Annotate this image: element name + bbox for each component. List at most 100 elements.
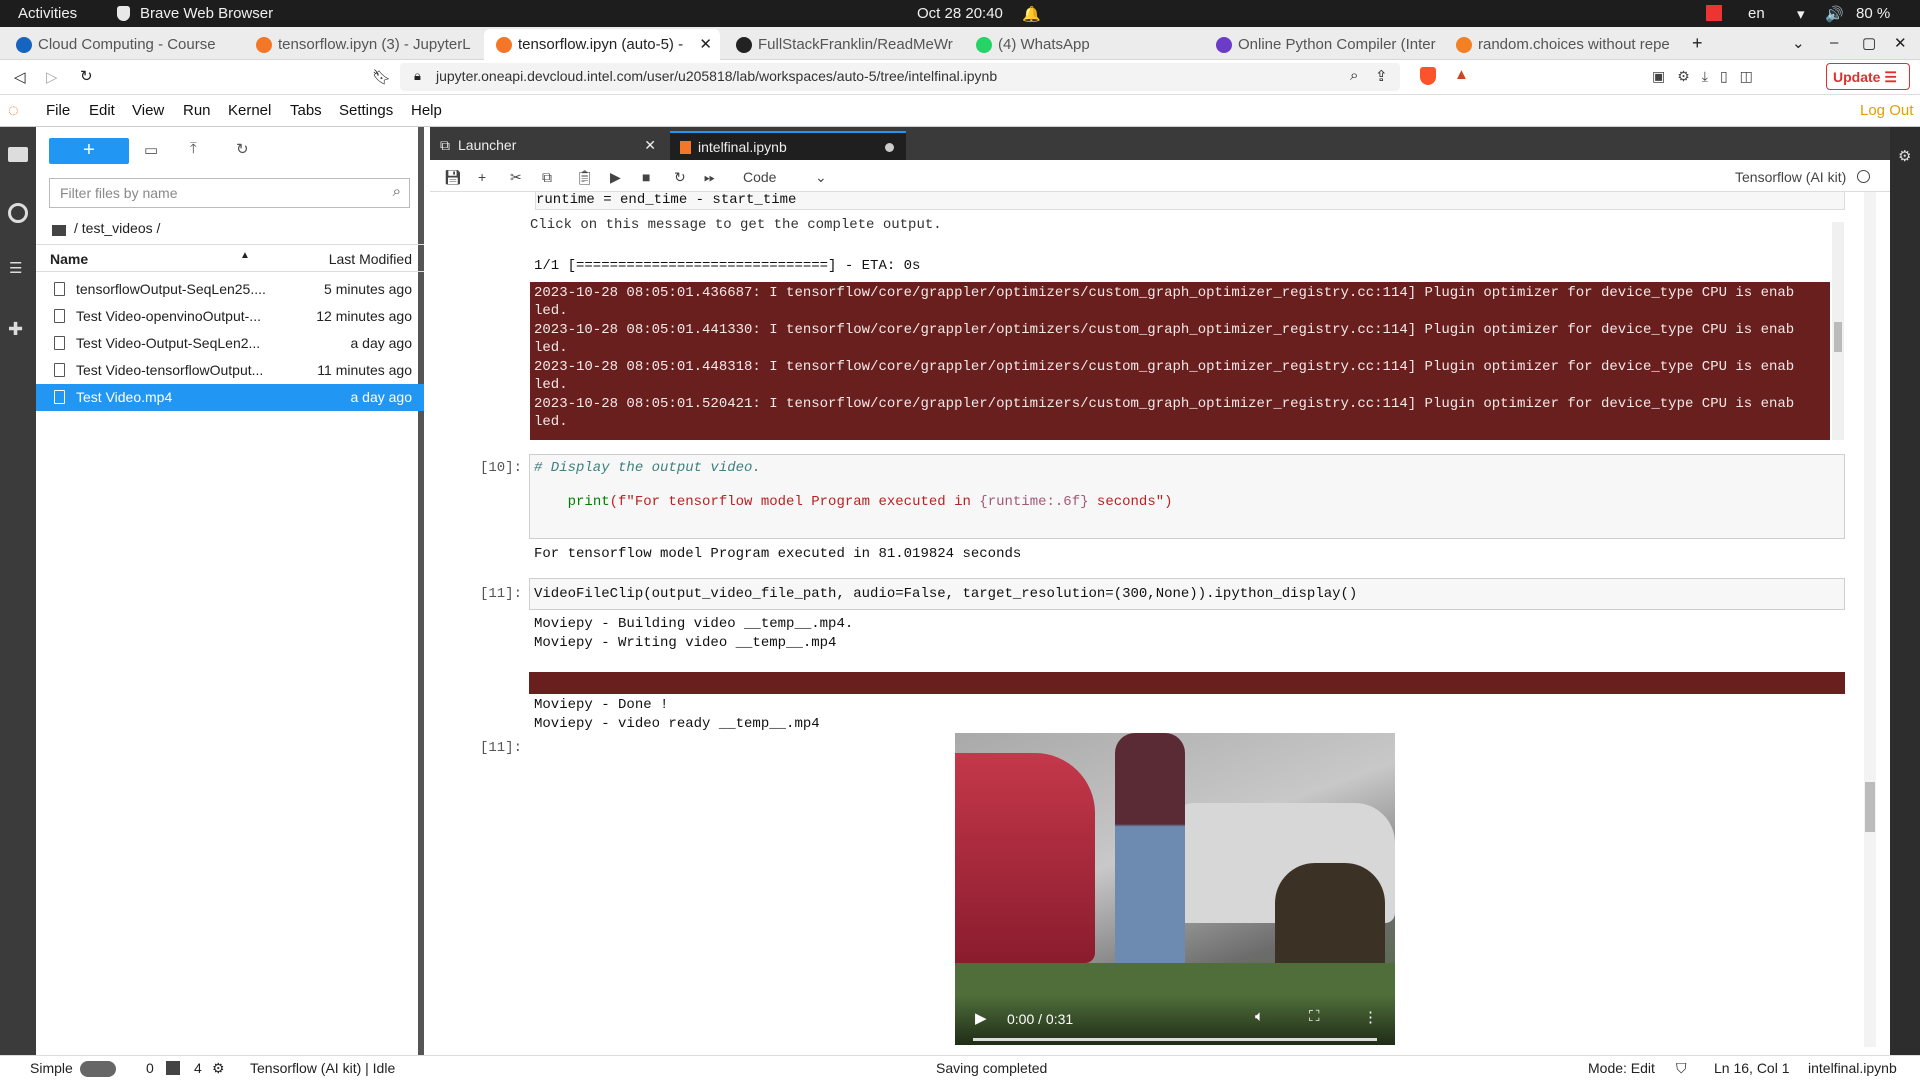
breadcrumb[interactable]: / test_videos / (74, 220, 160, 236)
menu-run[interactable]: Run (183, 102, 211, 119)
video-player[interactable]: ▶ 0:00 / 0:31 🔈︎ ⛶ ⋮ (955, 733, 1395, 1045)
file-row[interactable]: Test Video-openvinoOutput-... 12 minutes … (36, 303, 424, 330)
menu-file[interactable]: File (46, 102, 70, 119)
kernels-count[interactable]: 4 (194, 1060, 202, 1076)
fast-forward-icon[interactable]: ⏩︎ (704, 169, 715, 186)
kernel-name[interactable]: Tensorflow (AI kit) (1735, 169, 1846, 185)
refresh-icon[interactable]: ↻ (236, 140, 249, 158)
chevron-down-icon[interactable]: ⌄ (1792, 34, 1805, 52)
filter-input[interactable]: Filter files by name ⌕ (49, 178, 410, 208)
save-status: Saving completed (936, 1060, 1048, 1076)
restart-icon[interactable]: ↻ (674, 169, 686, 186)
battery-label[interactable]: 80 % (1856, 5, 1890, 22)
stop-icon[interactable]: ■ (642, 169, 650, 185)
brave-shield-icon[interactable] (1420, 67, 1436, 85)
paste-icon[interactable]: 📋︎ (576, 169, 594, 186)
play-icon[interactable]: ▶ (975, 1009, 987, 1027)
extension-icon[interactable]: ✚ (8, 319, 23, 340)
scrollbar-thumb[interactable] (1834, 322, 1842, 352)
close-icon[interactable]: ✕ (644, 137, 656, 154)
file-row[interactable]: Test Video-tensorflowOutput... 11 minutes… (36, 357, 424, 384)
code-cell-input[interactable]: # Display the output video. print(f"For … (529, 454, 1845, 539)
menu-settings[interactable]: Settings (339, 102, 393, 119)
truncated-output-message[interactable]: Click on this message to get the complet… (530, 217, 942, 233)
chevron-down-icon[interactable]: ⌄ (815, 169, 827, 186)
copy-icon[interactable]: ⧉ (542, 169, 552, 186)
clock[interactable]: Oct 28 20:40 (917, 5, 1003, 22)
jupyter-icon (256, 37, 272, 53)
system-top-bar: Activities Brave Web Browser Oct 28 20:4… (0, 0, 1920, 27)
scrollbar-thumb[interactable] (1865, 782, 1875, 832)
simple-mode-toggle[interactable] (80, 1061, 116, 1077)
menu-tabs[interactable]: Tabs (290, 102, 322, 119)
maximize-icon[interactable]: ▢ (1862, 34, 1876, 52)
stderr-output-partial (530, 430, 1830, 440)
file-row-selected[interactable]: Test Video.mp4 a day ago (36, 384, 424, 411)
video-time: 0:00 / 0:31 (1007, 1011, 1074, 1027)
browser-tab[interactable]: FullStackFranklin/ReadMeWr (724, 29, 960, 60)
simple-mode-label: Simple (30, 1060, 73, 1076)
unsaved-dot-icon[interactable] (885, 143, 894, 152)
add-cell-icon[interactable]: + (478, 169, 486, 185)
reload-icon[interactable]: ↻ (80, 67, 93, 85)
column-modified-header[interactable]: Last Modified (329, 251, 412, 267)
browser-tab[interactable]: (4) WhatsApp (964, 29, 1200, 60)
kernel-status[interactable]: Tensorflow (AI kit) | Idle (250, 1060, 395, 1076)
terminals-count[interactable]: 0 (146, 1060, 154, 1076)
folder-icon[interactable] (8, 147, 28, 162)
video-seekbar[interactable] (973, 1038, 1377, 1041)
language-indicator[interactable]: en (1748, 5, 1765, 22)
cut-icon[interactable]: ✂ (510, 169, 522, 186)
forward-icon[interactable]: ▷ (46, 68, 58, 86)
menu-edit[interactable]: Edit (89, 102, 115, 119)
new-folder-icon[interactable]: ▭ (144, 141, 158, 159)
browser-tab-active[interactable]: tensorflow.ipyn (auto-5) - ✕ (484, 29, 720, 60)
tab-notebook[interactable]: intelfinal.ipynb (670, 131, 906, 160)
cell-type-select[interactable]: Code (743, 169, 776, 185)
code-cell-input[interactable]: VideoFileClip(output_video_file_path, au… (529, 578, 1845, 610)
output-scrollbar[interactable] (1832, 222, 1844, 440)
terminal-icon (166, 1061, 180, 1075)
tray-red-icon[interactable] (1706, 5, 1722, 21)
cell-output: Moviepy - Building video __temp__.mp4. (534, 616, 854, 632)
browser-tab[interactable]: Cloud Computing - Course (4, 29, 240, 60)
fullscreen-icon[interactable]: ⛶ (1309, 1008, 1320, 1025)
close-window-icon[interactable]: ✕ (1894, 34, 1907, 52)
running-icon[interactable] (8, 203, 28, 223)
browser-tab[interactable]: Online Python Compiler (Inter (1204, 29, 1440, 60)
save-icon[interactable]: 💾︎ (444, 169, 462, 186)
minimize-icon[interactable]: – (1830, 34, 1838, 51)
column-name-header[interactable]: Name (50, 251, 88, 267)
notebook-scrollbar[interactable] (1864, 192, 1876, 1047)
browser-tab[interactable]: tensorflow.ipyn (3) - JupyterL (244, 29, 480, 60)
cursor-position[interactable]: Ln 16, Col 1 (1714, 1060, 1790, 1076)
browser-tab[interactable]: random.choices without repe (1444, 29, 1680, 60)
new-tab-icon[interactable]: + (1692, 33, 1703, 54)
logout-link[interactable]: Log Out (1860, 102, 1913, 119)
menu-kernel[interactable]: Kernel (228, 102, 271, 119)
update-button[interactable]: Update ☰ (1826, 63, 1910, 90)
bookmark-icon[interactable]: 🔖︎ (372, 68, 391, 86)
brave-rewards-icon[interactable]: ▲ (1454, 66, 1469, 83)
zoom-icon[interactable]: ⌕ (1350, 67, 1358, 84)
more-options-icon[interactable]: ⋮ (1363, 1008, 1378, 1026)
close-icon[interactable]: ✕ (699, 35, 712, 53)
toc-icon[interactable]: ☰ (9, 259, 22, 277)
menu-view[interactable]: View (132, 102, 164, 119)
tab-launcher[interactable]: ⧉ Launcher ✕ (430, 131, 666, 160)
mute-icon[interactable]: 🔈︎ (1255, 1008, 1264, 1025)
property-inspector-icon[interactable]: ⚙ (1898, 147, 1911, 165)
menu-help[interactable]: Help (411, 102, 442, 119)
upload-icon[interactable]: ⤒ (190, 140, 197, 157)
runtime-line[interactable]: runtime = end_time - start_time (535, 191, 1845, 210)
url-field[interactable]: 🔒︎ jupyter.oneapi.devcloud.intel.com/use… (400, 63, 1400, 91)
back-icon[interactable]: ◁ (14, 68, 26, 86)
share-icon[interactable]: ⇪ (1375, 67, 1388, 85)
file-row[interactable]: tensorflowOutput-SeqLen25.... 5 minutes a… (36, 276, 424, 303)
run-icon[interactable]: ▶ (610, 169, 621, 186)
app-name[interactable]: Brave Web Browser (140, 5, 273, 22)
activities-button[interactable]: Activities (18, 5, 77, 22)
file-row[interactable]: Test Video-Output-SeqLen2... a day ago (36, 330, 424, 357)
toolbar-icons[interactable]: ▣⚙⤓▯◫ (1652, 68, 1765, 85)
new-launcher-button[interactable]: + (49, 138, 129, 164)
